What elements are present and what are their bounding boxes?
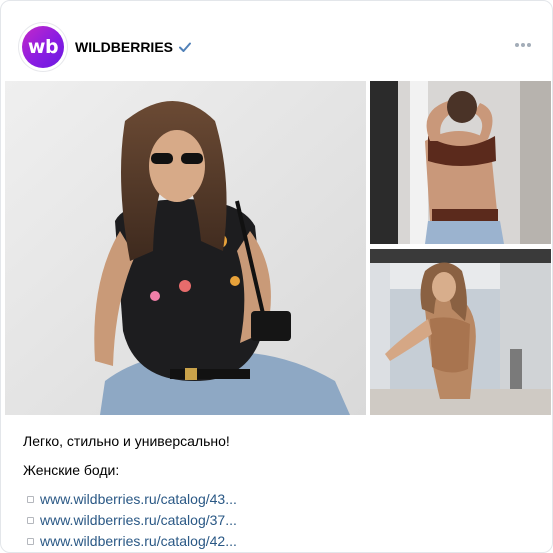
bullet-square-icon [27,516,34,524]
catalog-link-2[interactable]: www.wildberries.ru/catalog/37... [40,512,237,528]
catalog-link-1[interactable]: www.wildberries.ru/catalog/43... [40,491,237,507]
author-row: WILDBERRIES [75,39,192,55]
catalog-link-3[interactable]: www.wildberries.ru/catalog/42... [40,533,237,549]
avatar[interactable]: wb [19,23,67,71]
bullet-square-icon [27,495,34,503]
photo-bottom-right[interactable] [370,249,551,415]
brand-logo: wb [22,26,64,68]
list-item: www.wildberries.ru/catalog/43... [27,489,237,509]
list-item: www.wildberries.ru/catalog/37... [27,510,237,530]
post-card: wb WILDBERRIES Легко, стильно и универса… [0,0,553,553]
photo-top-right[interactable] [370,81,551,244]
author-name[interactable]: WILDBERRIES [75,39,173,55]
photo-main[interactable] [5,81,366,415]
more-dots-icon[interactable] [514,41,532,49]
post-text-line1: Легко, стильно и универсально! [23,433,230,449]
post-text: Легко, стильно и универсально! Женские б… [23,433,533,479]
post-header: wb WILDBERRIES [1,1,552,79]
bullet-square-icon [27,537,34,545]
post-text-line2: Женские боди: [23,462,120,478]
verified-check-icon [179,42,191,52]
list-item: www.wildberries.ru/catalog/42... [27,531,237,551]
links-list: www.wildberries.ru/catalog/43... www.wil… [27,489,237,552]
